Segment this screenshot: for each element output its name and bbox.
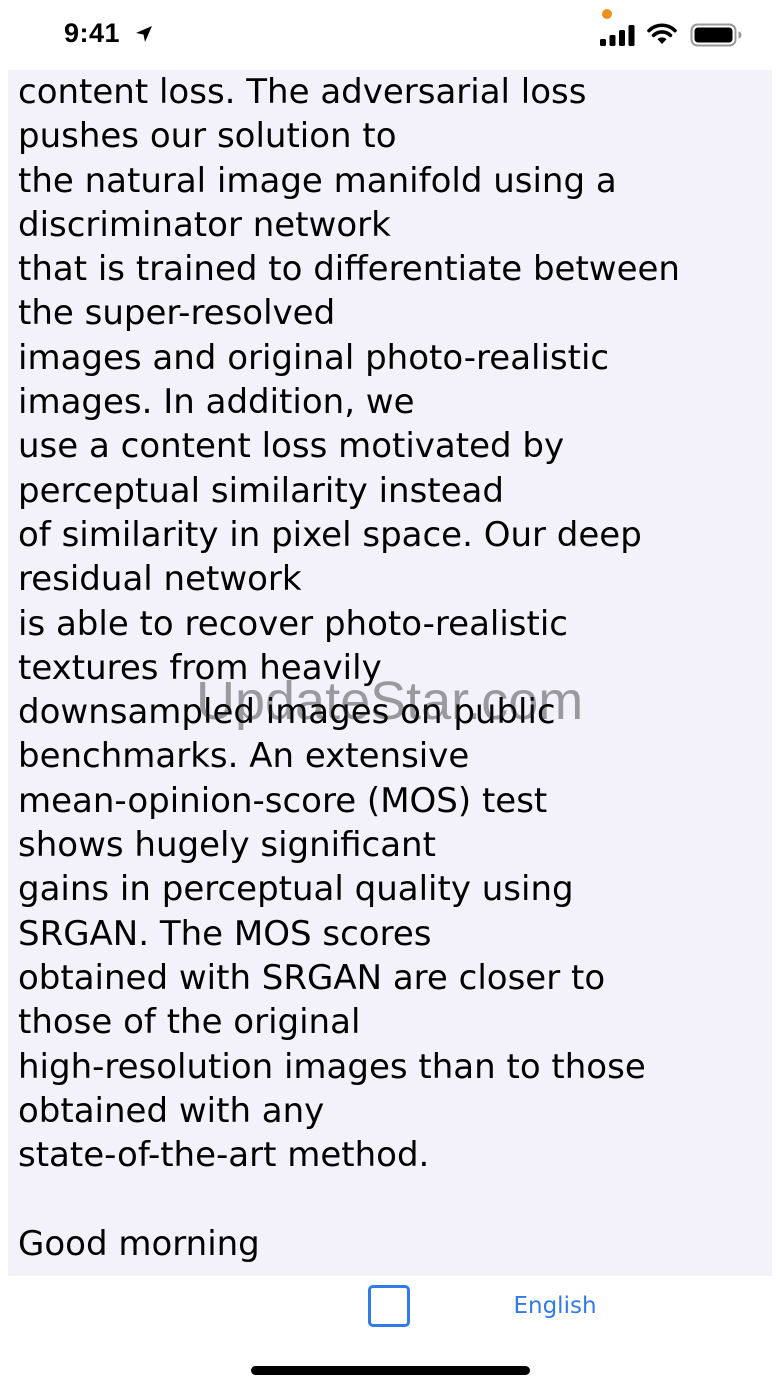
text-content-area[interactable]: content loss. The adversarial loss pushe… <box>8 70 772 1276</box>
home-indicator[interactable] <box>251 1366 530 1375</box>
square-outline-icon <box>368 1285 410 1327</box>
battery-icon <box>690 23 742 47</box>
square-button[interactable] <box>367 1284 411 1328</box>
status-bar: 9:41 <box>0 0 780 70</box>
wifi-icon <box>647 23 677 44</box>
document-text: content loss. The adversarial loss pushe… <box>18 72 680 1264</box>
privacy-indicator-dot <box>602 9 612 19</box>
cellular-signal-icon <box>600 25 635 46</box>
status-time: 9:41 <box>64 18 121 48</box>
language-button[interactable]: English <box>500 1288 610 1324</box>
location-arrow-icon <box>136 26 152 42</box>
